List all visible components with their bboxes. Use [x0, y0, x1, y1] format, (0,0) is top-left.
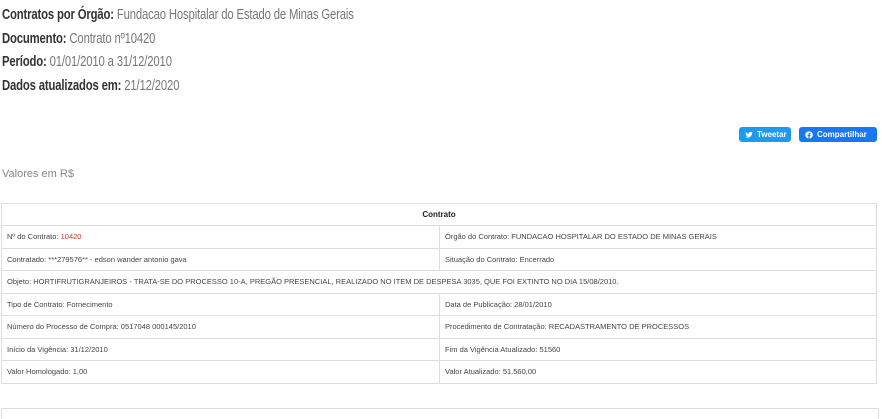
table-row: Contratado: ***279576** - edson wander a… [1, 247, 877, 271]
documento-line: Documento: Contrato nº10420 [2, 28, 354, 52]
table-row: Valor Homologado: 1,00 Valor Atualizado:… [1, 360, 877, 384]
atualizados-line: Dados atualizados em: 21/12/2020 [2, 75, 354, 99]
twitter-bird-icon [745, 131, 753, 138]
homologado-cell: Valor Homologado: 1,00 [1, 360, 440, 384]
procedimento-cell: Procedimento de Contratação: RECADASTRAM… [439, 315, 877, 339]
table-title: Contrato [1, 203, 877, 226]
orgao-cell: Órgão do Contrato: FUNDACAO HOSPITALAR D… [439, 225, 877, 249]
situacao-cell: Situação do Contrato: Encerrado [439, 247, 877, 271]
atualizados-value: 21/12/2020 [124, 77, 180, 94]
numero-link[interactable]: 10420 [61, 232, 82, 241]
processo-cell: Número do Processo de Compra: 0517048 00… [1, 315, 440, 339]
table-row: Início da Vigência: 31/12/2010 Fim da Vi… [1, 337, 877, 361]
documento-key: Documento: [2, 30, 67, 47]
atualizados-key: Dados atualizados em: [2, 77, 122, 94]
orgao-line: Contratos por Órgão: Fundacao Hospitalar… [2, 4, 354, 28]
contract-details-table: Contrato Nº do Contrato: 10420 Órgão do … [1, 203, 877, 384]
table-row: Nº do Contrato: 10420 Órgão do Contrato:… [1, 225, 877, 249]
table-header-row: Contrato [1, 203, 877, 226]
fim-cell: Fim da Vigência Atualizado: 51560 [439, 337, 877, 361]
tweet-label: Tweetar [757, 130, 787, 139]
numero-label: Nº do Contrato: [7, 232, 59, 242]
inicio-cell: Início da Vigência: 31/12/2010 [1, 337, 440, 361]
periodo-key: Período: [2, 54, 47, 70]
tweet-button[interactable]: Tweetar [739, 127, 791, 142]
tipo-cell: Tipo de Contrato: Fornecimento [1, 292, 440, 316]
contract-header: Contratos por Órgão: Fundacao Hospitalar… [2, 4, 453, 98]
orgao-value: Fundacao Hospitalar do Estado de Minas G… [116, 7, 354, 23]
facebook-icon [805, 130, 813, 139]
share-label: Compartilhar [817, 130, 867, 139]
share-buttons: Tweetar Compartilhar [739, 127, 877, 142]
periodo-value: 01/01/2010 a 31/12/2010 [49, 54, 172, 70]
table-row: Número do Processo de Compra: 0517048 00… [1, 315, 877, 339]
periodo-line: Período: 01/01/2010 a 31/12/2010 [2, 51, 354, 75]
next-table-top-edge [1, 408, 879, 419]
numero-cell: Nº do Contrato: 10420 [1, 225, 440, 249]
values-currency-note: Valores em R$ [2, 168, 74, 180]
orgao-key: Contratos por Órgão: [2, 7, 114, 23]
table-row: Tipo de Contrato: Fornecimento Data de P… [1, 292, 877, 316]
documento-value: Contrato nº10420 [69, 30, 156, 47]
table-row: Objeto: HORTIFRUTIGRANJEIROS - TRATA-SE … [1, 270, 877, 294]
objeto-cell: Objeto: HORTIFRUTIGRANJEIROS - TRATA-SE … [1, 270, 877, 294]
contratado-cell: Contratado: ***279576** - edson wander a… [1, 247, 440, 271]
share-facebook-button[interactable]: Compartilhar [799, 127, 877, 142]
atualizado-cell: Valor Atualizado: 51.560,00 [439, 360, 877, 384]
publicacao-cell: Data de Publicação: 28/01/2010 [439, 292, 877, 316]
